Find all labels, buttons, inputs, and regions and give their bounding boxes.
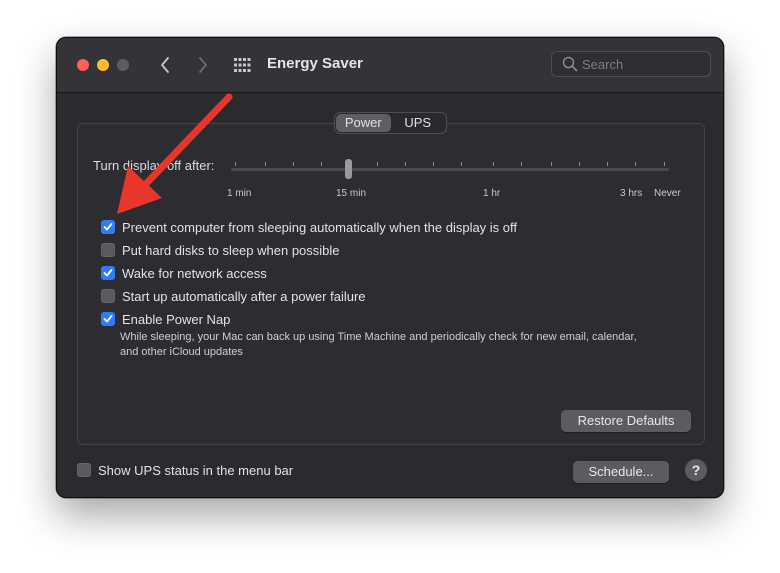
minimize-button[interactable] [97,59,109,71]
option-hard-disk-sleep[interactable]: Put hard disks to sleep when possible [101,241,340,259]
slider-track [231,168,669,171]
checkbox-ups-menu-bar[interactable] [77,463,91,477]
chevron-left-icon [161,57,169,73]
power-nap-description: While sleeping, your Mac can back up usi… [120,331,637,358]
checkbox-startup-power-failure[interactable] [101,289,115,303]
slider-tick [405,162,406,166]
slider-tick [321,162,322,166]
option-prevent-sleep[interactable]: Prevent computer from sleeping automatic… [101,218,517,236]
slider-tick [635,162,636,166]
forward-button[interactable] [191,55,213,75]
search-icon [562,56,578,77]
checkmark-icon [103,223,113,231]
zoom-button[interactable] [117,59,129,71]
option-ups-menu-bar[interactable]: Show UPS status in the menu bar [77,461,293,479]
search-field[interactable] [551,51,711,77]
title-bar: Energy Saver [57,38,723,93]
option-label: Start up automatically after a power fai… [122,288,366,304]
checkbox-power-nap[interactable] [101,312,115,326]
checkmark-icon [103,315,113,323]
chevron-right-icon [199,57,207,73]
tab-power[interactable]: Power [336,114,391,132]
option-power-nap[interactable]: Enable Power Nap [101,310,230,328]
slider-tick [433,162,434,166]
scale-label-1hr: 1 hr [483,188,501,199]
option-startup-power-failure[interactable]: Start up automatically after a power fai… [101,287,366,305]
checkbox-prevent-sleep[interactable] [101,220,115,234]
checkbox-wake-network[interactable] [101,266,115,280]
checkbox-hard-disk-sleep[interactable] [101,243,115,257]
slider-tick [664,162,665,166]
help-button[interactable]: ? [685,459,707,481]
option-label: Wake for network access [122,265,267,281]
option-label: Enable Power Nap [122,311,231,327]
search-input[interactable] [582,56,702,72]
energy-saver-window: Energy Saver Power UPS Turn display off … [56,37,724,498]
slider-knob[interactable] [345,159,352,179]
slider-tick [461,162,462,166]
slider-tick [607,162,608,166]
back-button[interactable] [155,55,177,75]
restore-defaults-button[interactable]: Restore Defaults [561,410,691,432]
slider-tick [551,162,552,166]
close-button[interactable] [77,59,89,71]
option-label: Prevent computer from sleeping automatic… [122,219,518,235]
schedule-button[interactable]: Schedule... [573,461,669,483]
option-label: Put hard disks to sleep when possible [122,242,340,258]
scale-label-3hrs: 3 hrs [620,188,643,199]
option-wake-network[interactable]: Wake for network access [101,264,267,282]
option-label: Show UPS status in the menu bar [98,462,294,478]
display-off-slider[interactable] [231,157,669,181]
slider-tick [493,162,494,166]
slider-tick [293,162,294,166]
slider-tick [235,162,236,166]
window-title: Energy Saver [267,55,363,72]
scale-label-1min: 1 min [227,188,252,199]
slider-tick [265,162,266,166]
display-off-label: Turn display off after: [93,158,215,173]
slider-tick [377,162,378,166]
scale-label-never: Never [654,188,681,199]
show-all-grid-icon[interactable] [233,57,251,73]
slider-tick [579,162,580,166]
checkmark-icon [103,269,113,277]
tab-ups[interactable]: UPS [391,114,446,132]
scale-label-15min: 15 min [336,188,367,199]
tab-segmented-control: Power UPS [334,112,447,134]
slider-tick [521,162,522,166]
